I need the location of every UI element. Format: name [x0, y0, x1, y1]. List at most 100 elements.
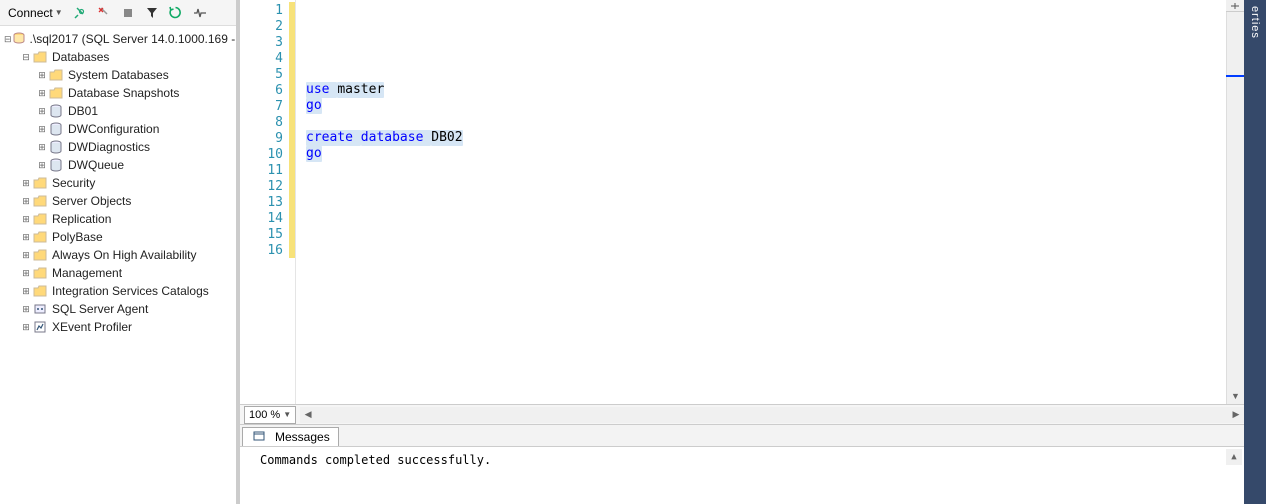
tree-node[interactable]: ⊞DWDiagnostics	[2, 138, 234, 156]
code-line[interactable]	[306, 178, 1226, 194]
tree-node[interactable]: ⊞Integration Services Catalogs	[2, 282, 234, 300]
code-line[interactable]	[306, 18, 1226, 34]
expand-icon[interactable]: ⊞	[20, 196, 32, 207]
code-line[interactable]: create database DB02	[306, 130, 1226, 146]
expand-icon[interactable]: ⊞	[20, 214, 32, 225]
code-line[interactable]: go	[306, 98, 1226, 114]
split-editor-icon[interactable]	[1226, 0, 1244, 12]
collapse-icon[interactable]: ⊟	[4, 34, 12, 45]
tree-node[interactable]: ⊞Database Snapshots	[2, 84, 234, 102]
folder-icon	[32, 231, 48, 243]
disconnect-icon[interactable]	[93, 2, 115, 24]
folder-icon	[32, 213, 48, 225]
tab-messages-label: Messages	[275, 430, 330, 444]
tree-node[interactable]: ⊞Management	[2, 264, 234, 282]
expand-icon[interactable]: ⊞	[20, 322, 32, 333]
zoom-combo[interactable]: 100 % ▼	[244, 406, 296, 424]
expand-icon[interactable]: ⊞	[36, 70, 48, 81]
expand-icon[interactable]: ⊞	[20, 250, 32, 261]
folder-icon	[32, 285, 48, 297]
tree-node[interactable]: ⊞ Always On High Availability	[2, 246, 234, 264]
expand-icon[interactable]: ⊞	[20, 304, 32, 315]
profiler-icon	[32, 320, 48, 334]
tab-messages[interactable]: Messages	[242, 427, 339, 446]
tree-node[interactable]: ⊞DB01	[2, 102, 234, 120]
code-line[interactable]	[306, 194, 1226, 210]
connect-icon[interactable]	[69, 2, 91, 24]
stop-icon[interactable]	[117, 2, 139, 24]
code-line[interactable]: use master	[306, 82, 1226, 98]
collapse-icon[interactable]: ⊟	[20, 52, 32, 63]
tree-node-label: DWConfiguration	[68, 122, 165, 136]
code-line[interactable]	[306, 34, 1226, 50]
line-number: 4	[240, 51, 289, 66]
scroll-up-icon[interactable]: ▲	[1226, 449, 1242, 465]
scroll-left-icon[interactable]: ◀	[300, 407, 316, 423]
line-number: 6	[240, 83, 289, 98]
expand-icon[interactable]: ⊞	[20, 286, 32, 297]
properties-tab[interactable]: erties	[1244, 0, 1266, 504]
code-line[interactable]	[306, 2, 1226, 18]
tree-node[interactable]: ⊞Server Objects	[2, 192, 234, 210]
tree-node[interactable]: ⊟Databases	[2, 48, 234, 66]
line-number: 8	[240, 115, 289, 130]
expand-icon[interactable]: ⊞	[20, 178, 32, 189]
agent-icon	[32, 302, 48, 316]
expand-icon[interactable]: ⊞	[20, 268, 32, 279]
change-marker	[289, 114, 295, 130]
line-number: 5	[240, 67, 289, 82]
activity-icon[interactable]	[189, 2, 211, 24]
zoom-value: 100 %	[249, 409, 280, 421]
expand-icon[interactable]: ⊞	[36, 160, 48, 171]
messages-pane[interactable]: Commands completed successfully. ▲	[240, 446, 1244, 504]
explorer-toolbar: Connect ▼	[0, 0, 236, 26]
expand-icon[interactable]: ⊞	[36, 106, 48, 117]
code-line[interactable]	[306, 66, 1226, 82]
object-explorer-pane: Connect ▼ ⊟.\sql2017 (SQL Server 14.0.10…	[0, 0, 240, 504]
tree-node-label: Replication	[52, 212, 117, 226]
folder-icon	[32, 267, 48, 279]
tree-node[interactable]: ⊟.\sql2017 (SQL Server 14.0.1000.169 -	[2, 30, 234, 48]
code-surface[interactable]: use mastergocreate database DB02go	[296, 0, 1226, 404]
tree-node-label: Always On High Availability	[52, 248, 203, 262]
horizontal-scrollbar[interactable]: ◀ ▶	[300, 407, 1244, 423]
folder-icon	[32, 51, 48, 63]
tree-node[interactable]: ⊞DWQueue	[2, 156, 234, 174]
tree-node-label: SQL Server Agent	[52, 302, 154, 316]
code-line[interactable]	[306, 50, 1226, 66]
tree-node[interactable]: ⊞Security	[2, 174, 234, 192]
properties-tab-label: erties	[1249, 6, 1261, 39]
code-line[interactable]	[306, 226, 1226, 242]
code-editor[interactable]: 12345678910111213141516 use mastergocrea…	[240, 0, 1244, 404]
tree-node[interactable]: ⊞PolyBase	[2, 228, 234, 246]
code-token: DB02	[431, 130, 462, 146]
vertical-scrollbar[interactable]: ▲ ▼	[1226, 0, 1244, 404]
code-line[interactable]	[306, 242, 1226, 258]
tree-node-label: System Databases	[68, 68, 175, 82]
filter-icon[interactable]	[141, 2, 163, 24]
explorer-tree[interactable]: ⊟.\sql2017 (SQL Server 14.0.1000.169 -⊟D…	[0, 26, 236, 504]
change-marker	[289, 66, 295, 82]
tree-node[interactable]: ⊞XEvent Profiler	[2, 318, 234, 336]
expand-icon[interactable]: ⊞	[20, 232, 32, 243]
change-marker	[289, 178, 295, 194]
code-line[interactable]	[306, 162, 1226, 178]
connect-dropdown[interactable]: Connect ▼	[4, 4, 67, 22]
expand-icon[interactable]: ⊞	[36, 142, 48, 153]
editor-footer: 100 % ▼ ◀ ▶	[240, 404, 1244, 424]
code-line[interactable]	[306, 114, 1226, 130]
tree-node[interactable]: ⊞ DWConfiguration	[2, 120, 234, 138]
tree-node[interactable]: ⊞ SQL Server Agent	[2, 300, 234, 318]
expand-icon[interactable]: ⊞	[36, 124, 48, 135]
code-token: master	[337, 82, 384, 98]
tree-node[interactable]: ⊞ Replication	[2, 210, 234, 228]
code-line[interactable]: go	[306, 146, 1226, 162]
scroll-down-icon[interactable]: ▼	[1227, 388, 1244, 404]
code-line[interactable]	[306, 210, 1226, 226]
expand-icon[interactable]: ⊞	[36, 88, 48, 99]
scroll-right-icon[interactable]: ▶	[1228, 407, 1244, 423]
tree-node[interactable]: ⊞ System Databases	[2, 66, 234, 84]
refresh-icon[interactable]	[165, 2, 187, 24]
change-marker	[289, 82, 295, 98]
change-marker	[289, 242, 295, 258]
